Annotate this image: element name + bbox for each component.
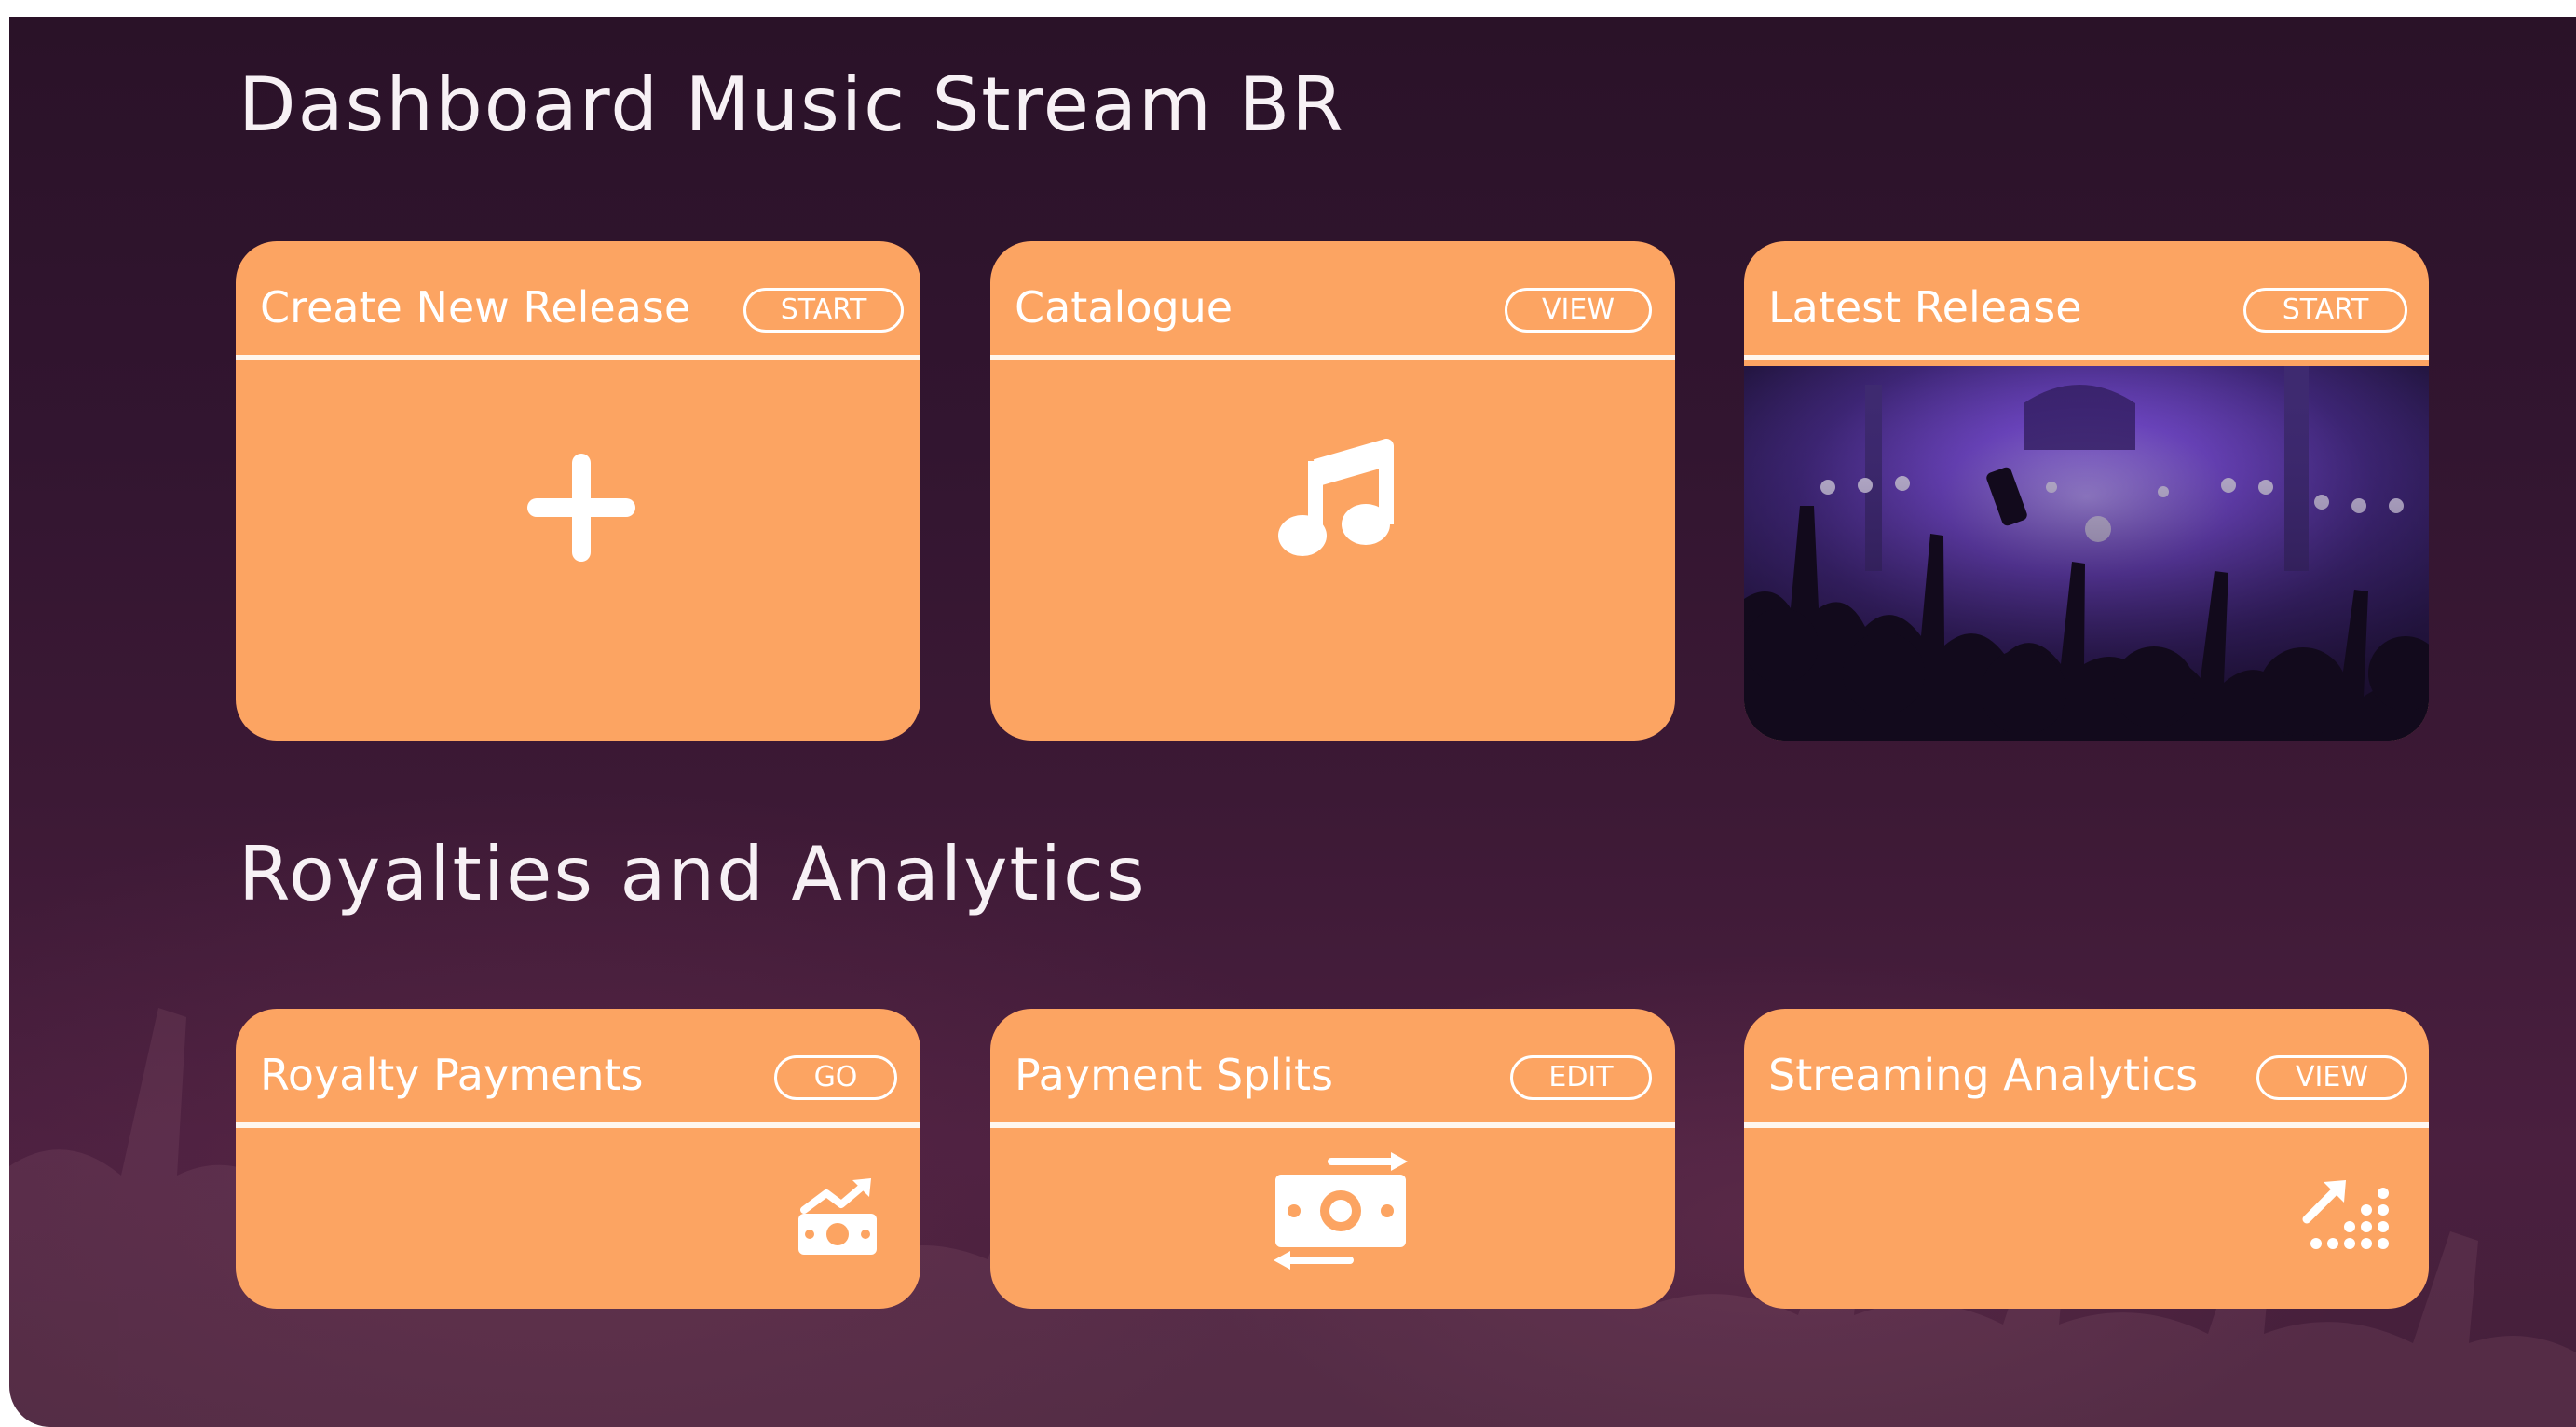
dashboard-panel: Dashboard Music Stream BR Create New Rel… (9, 17, 2576, 1427)
dashboard-title: Dashboard Music Stream BR (239, 61, 1345, 148)
plus-icon (527, 454, 635, 562)
music-note-icon (1278, 439, 1394, 556)
royalty-payments-card[interactable]: Royalty Payments GO (236, 1009, 920, 1309)
start-button[interactable]: START (743, 288, 904, 333)
streaming-analytics-card[interactable]: Streaming Analytics VIEW (1744, 1009, 2429, 1309)
catalogue-card[interactable]: Catalogue VIEW (990, 241, 1675, 741)
create-new-release-card[interactable]: Create New Release START (236, 241, 920, 741)
growth-dots-icon (2302, 1180, 2389, 1249)
concert-illustration (1744, 366, 2429, 741)
card-header: Latest Release START (1744, 241, 2429, 360)
card-title: Create New Release (260, 282, 691, 333)
card-header: Create New Release START (236, 241, 920, 360)
view-button[interactable]: VIEW (1505, 288, 1652, 333)
card-body (990, 360, 1675, 741)
payment-splits-card[interactable]: Payment Splits EDIT (990, 1009, 1675, 1309)
card-body (236, 1128, 920, 1309)
edit-button[interactable]: EDIT (1510, 1055, 1652, 1100)
card-header: Payment Splits EDIT (990, 1009, 1675, 1128)
card-body (990, 1128, 1675, 1309)
view-button[interactable]: VIEW (2256, 1055, 2407, 1100)
card-title: Latest Release (1768, 282, 2082, 333)
royalties-title: Royalties and Analytics (239, 831, 1147, 917)
card-title: Royalty Payments (260, 1050, 644, 1100)
money-growth-icon (798, 1178, 877, 1255)
money-exchange-icon (1274, 1152, 1408, 1270)
card-body (1744, 1128, 2429, 1309)
card-title: Payment Splits (1015, 1050, 1333, 1100)
go-button[interactable]: GO (774, 1055, 897, 1100)
card-title: Catalogue (1015, 282, 1233, 333)
card-title: Streaming Analytics (1768, 1050, 2199, 1100)
card-body (236, 360, 920, 741)
card-header: Catalogue VIEW (990, 241, 1675, 360)
latest-release-card[interactable]: Latest Release START (1744, 241, 2429, 741)
card-header: Royalty Payments GO (236, 1009, 920, 1128)
concert-crowd-image (1744, 366, 2429, 741)
card-header: Streaming Analytics VIEW (1744, 1009, 2429, 1128)
start-button[interactable]: START (2243, 288, 2407, 333)
